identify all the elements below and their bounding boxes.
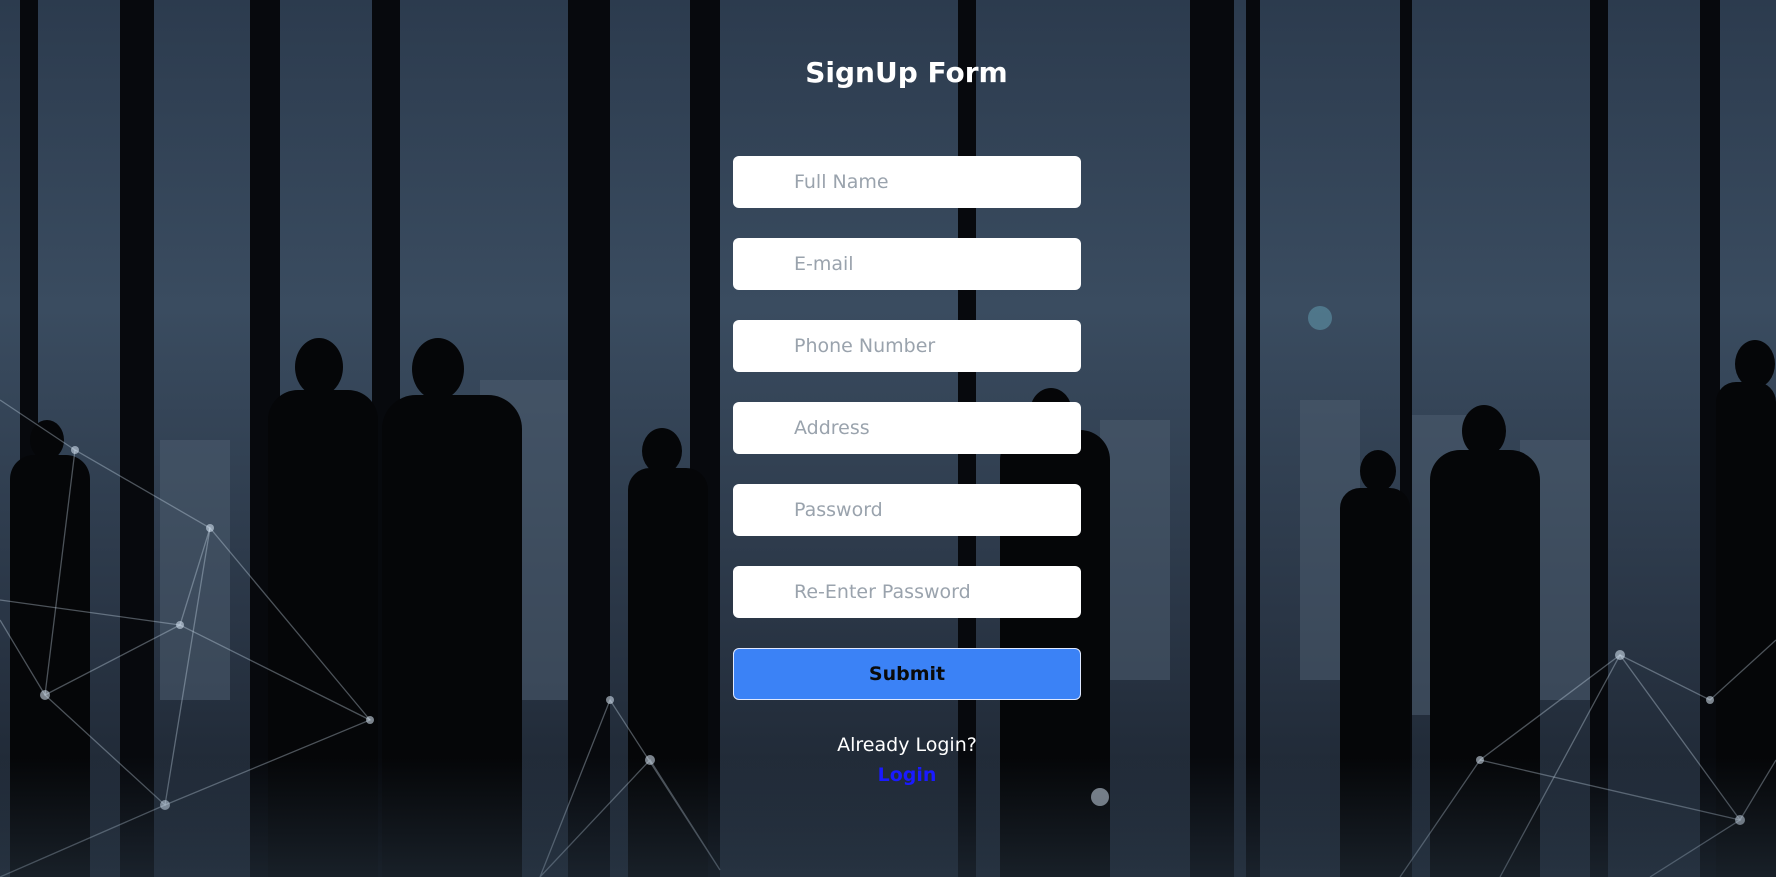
already-login-text: Already Login?	[837, 734, 977, 756]
signup-page: SignUp Form Submit Already Login? Login	[0, 0, 1776, 877]
form-title: SignUp Form	[805, 56, 1008, 89]
password-input[interactable]	[733, 484, 1081, 536]
email-input[interactable]	[733, 238, 1081, 290]
address-input[interactable]	[733, 402, 1081, 454]
phone-number-input[interactable]	[733, 320, 1081, 372]
full-name-input[interactable]	[733, 156, 1081, 208]
signup-form: SignUp Form Submit Already Login? Login	[0, 0, 1776, 877]
login-link[interactable]: Login	[733, 764, 1081, 786]
submit-button[interactable]: Submit	[733, 648, 1081, 700]
reenter-password-input[interactable]	[733, 566, 1081, 618]
